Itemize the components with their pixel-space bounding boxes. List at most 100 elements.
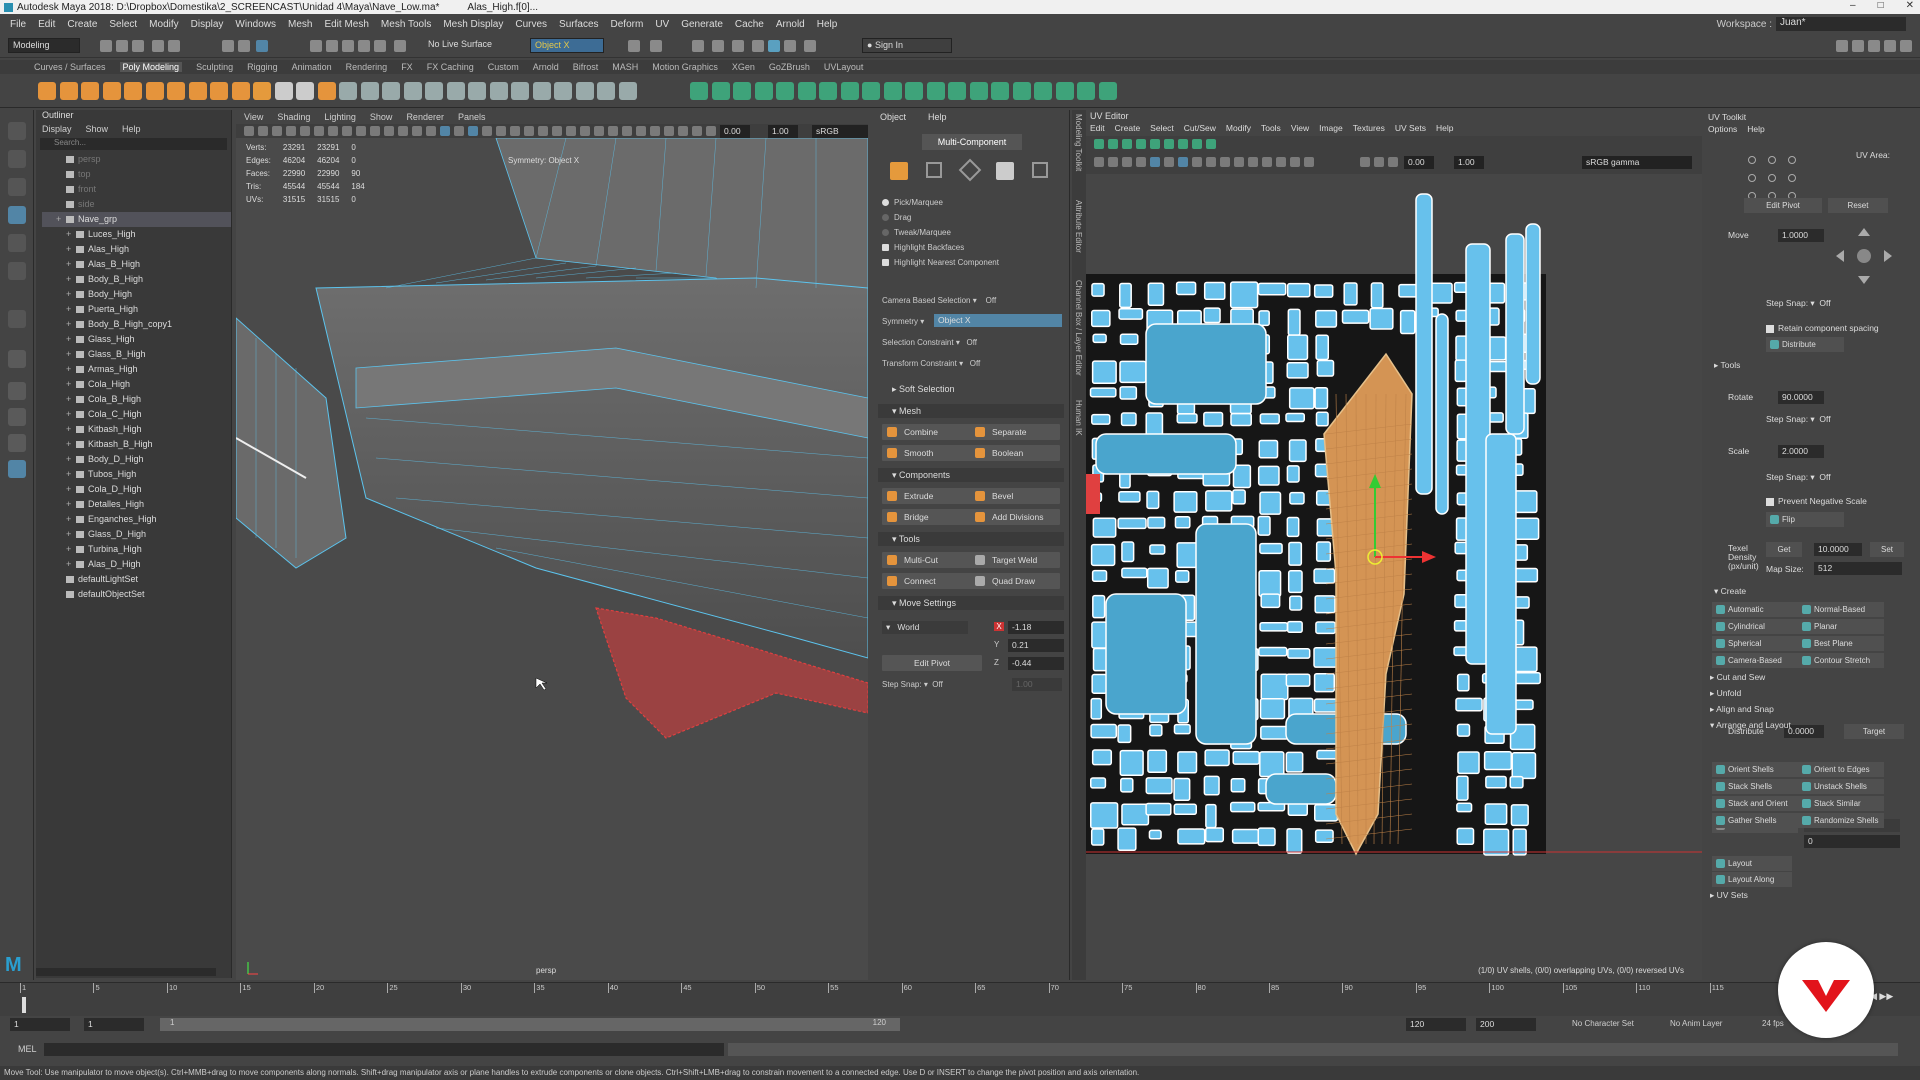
viewport-menu-renderer[interactable]: Renderer bbox=[406, 112, 444, 122]
cut-uv-icon[interactable] bbox=[754, 82, 773, 100]
target-weld-icon[interactable] bbox=[575, 82, 594, 100]
outliner-item[interactable]: + Cola_D_High bbox=[42, 482, 231, 497]
uv-shell[interactable] bbox=[1259, 542, 1283, 555]
uv-shell[interactable] bbox=[1145, 802, 1172, 816]
menu-display[interactable]: Display bbox=[185, 19, 230, 30]
uv-shell[interactable] bbox=[1286, 828, 1303, 854]
target-weld-button[interactable]: Target Weld bbox=[970, 552, 1060, 568]
expand-icon[interactable]: + bbox=[66, 527, 76, 542]
viewport-tool-icon[interactable] bbox=[552, 126, 562, 136]
uv-shell[interactable] bbox=[1259, 621, 1289, 632]
tools-section[interactable]: ▸ Tools bbox=[1714, 360, 1740, 371]
uv-shell[interactable] bbox=[1091, 282, 1105, 297]
option-drag[interactable]: Drag bbox=[882, 213, 911, 222]
move-step-snap[interactable]: Step Snap: ▾ Off bbox=[1766, 298, 1831, 309]
smooth-button[interactable]: Smooth bbox=[882, 445, 972, 461]
outliner-item[interactable]: + Glass_High bbox=[42, 332, 231, 347]
expand-icon[interactable]: + bbox=[66, 512, 76, 527]
expand-icon[interactable]: + bbox=[66, 272, 76, 287]
viewport-tool-icon[interactable] bbox=[244, 126, 254, 136]
uv-sets-section[interactable]: ▸ UV Sets bbox=[1710, 890, 1748, 901]
smooth-icon[interactable] bbox=[403, 82, 422, 100]
uv-shell[interactable] bbox=[1286, 282, 1311, 298]
workspace-dropdown[interactable]: Juan* bbox=[1776, 17, 1906, 31]
uv-shell[interactable] bbox=[1091, 413, 1111, 425]
end-frame-field[interactable]: 200 bbox=[1476, 1018, 1536, 1031]
uv-shell[interactable] bbox=[1229, 281, 1259, 309]
shelf-tab-motion-graphics[interactable]: Motion Graphics bbox=[652, 62, 718, 72]
uv-editor-icon[interactable] bbox=[797, 82, 816, 100]
uv-shell[interactable] bbox=[1484, 803, 1508, 825]
menu-select[interactable]: Select bbox=[103, 19, 143, 30]
uv-shell[interactable] bbox=[1119, 749, 1144, 776]
outliner-item[interactable]: + Alas_High bbox=[42, 242, 231, 257]
layer-editor-toggle-icon[interactable] bbox=[1900, 40, 1912, 52]
gather-shells-button[interactable]: Gather Shells bbox=[1712, 813, 1798, 828]
uv-shell[interactable] bbox=[1203, 411, 1224, 427]
poly-gear-icon[interactable] bbox=[274, 82, 293, 100]
uv-shell[interactable] bbox=[1485, 433, 1517, 735]
move-tool-icon[interactable] bbox=[8, 206, 26, 224]
exposure-field[interactable]: 0.00 bbox=[720, 125, 750, 138]
face-mode-icon[interactable] bbox=[996, 162, 1014, 180]
menu-generate[interactable]: Generate bbox=[675, 19, 729, 30]
scale-step-snap[interactable]: Step Snap: ▾ Off bbox=[1766, 472, 1831, 483]
viewport-tool-icon[interactable] bbox=[566, 126, 576, 136]
uv-shell[interactable] bbox=[1456, 802, 1473, 813]
viewport-tool-icon[interactable] bbox=[314, 126, 324, 136]
layout-along-button[interactable]: Layout Along bbox=[1712, 872, 1792, 887]
menu-curves[interactable]: Curves bbox=[509, 19, 553, 30]
viewport-tool-icon[interactable] bbox=[510, 126, 520, 136]
viewport-tool-icon[interactable] bbox=[608, 126, 618, 136]
uv-menu-create[interactable]: Create bbox=[1115, 123, 1141, 133]
poly-helix-icon[interactable] bbox=[253, 82, 271, 100]
viewport-tool-icon[interactable] bbox=[342, 126, 352, 136]
uv-tool-icon[interactable] bbox=[1178, 139, 1188, 149]
menu-edit-mesh[interactable]: Edit Mesh bbox=[318, 19, 374, 30]
uv-shell[interactable] bbox=[1369, 307, 1394, 330]
uv-shell[interactable] bbox=[1203, 307, 1221, 324]
symmetry-dropdown[interactable]: Object X bbox=[530, 38, 604, 53]
snap-vertex-icon[interactable] bbox=[394, 40, 406, 52]
create-best-plane-button[interactable]: Best Plane bbox=[1798, 636, 1884, 651]
align-icon[interactable] bbox=[905, 82, 923, 100]
uv-scale-field[interactable]: 2.0000 bbox=[1778, 445, 1824, 458]
viewport-tool-icon[interactable] bbox=[440, 126, 450, 136]
uv-shell[interactable] bbox=[1118, 307, 1144, 320]
uv-shell[interactable] bbox=[1288, 541, 1303, 566]
menu-help[interactable]: Help bbox=[811, 19, 844, 30]
uv-shell[interactable] bbox=[1117, 724, 1132, 744]
rotate-tool-icon[interactable] bbox=[8, 234, 26, 252]
rotate-step-snap[interactable]: Step Snap: ▾ Off bbox=[1766, 414, 1831, 425]
section-unfold[interactable]: ▸ Unfold bbox=[1710, 688, 1741, 699]
viewport-tool-icon[interactable] bbox=[286, 126, 296, 136]
uv-shell[interactable] bbox=[1145, 323, 1267, 405]
menu-mesh[interactable]: Mesh bbox=[282, 19, 318, 30]
soft-selection-section[interactable]: ▸ Soft Selection bbox=[878, 382, 1064, 396]
render-settings-icon[interactable] bbox=[692, 40, 704, 52]
uv-shell[interactable] bbox=[1092, 333, 1107, 344]
super-shape-icon[interactable] bbox=[339, 82, 357, 100]
uv-shell[interactable] bbox=[1260, 725, 1290, 740]
expand-icon[interactable]: + bbox=[66, 467, 76, 482]
uv-shell[interactable] bbox=[1313, 698, 1340, 713]
uv-shell[interactable] bbox=[1456, 775, 1469, 801]
move-arrows[interactable] bbox=[1834, 226, 1894, 286]
outliner-item[interactable]: front bbox=[42, 182, 231, 197]
uv-shell[interactable] bbox=[1435, 313, 1449, 515]
shelf-tab-mash[interactable]: MASH bbox=[612, 62, 638, 72]
harden-icon[interactable] bbox=[948, 82, 966, 100]
uv-shell[interactable] bbox=[1370, 282, 1384, 309]
snap-view-icon[interactable] bbox=[358, 40, 370, 52]
uv-view-icon[interactable] bbox=[1192, 157, 1202, 167]
uv-shell[interactable] bbox=[1149, 724, 1163, 737]
menu-modify[interactable]: Modify bbox=[143, 19, 184, 30]
camera-based-selection[interactable]: Camera Based Selection ▾ Off bbox=[882, 296, 996, 305]
uv-shell[interactable] bbox=[1289, 595, 1303, 611]
outliner-item[interactable]: + Glass_D_High bbox=[42, 527, 231, 542]
symmetry-dropdown[interactable]: Object X bbox=[934, 314, 1062, 327]
uv-shell[interactable] bbox=[1315, 309, 1338, 328]
viewport-tool-icon[interactable] bbox=[678, 126, 688, 136]
snap-pivot-icon[interactable] bbox=[1077, 82, 1095, 100]
uv-shell[interactable] bbox=[1483, 750, 1513, 771]
